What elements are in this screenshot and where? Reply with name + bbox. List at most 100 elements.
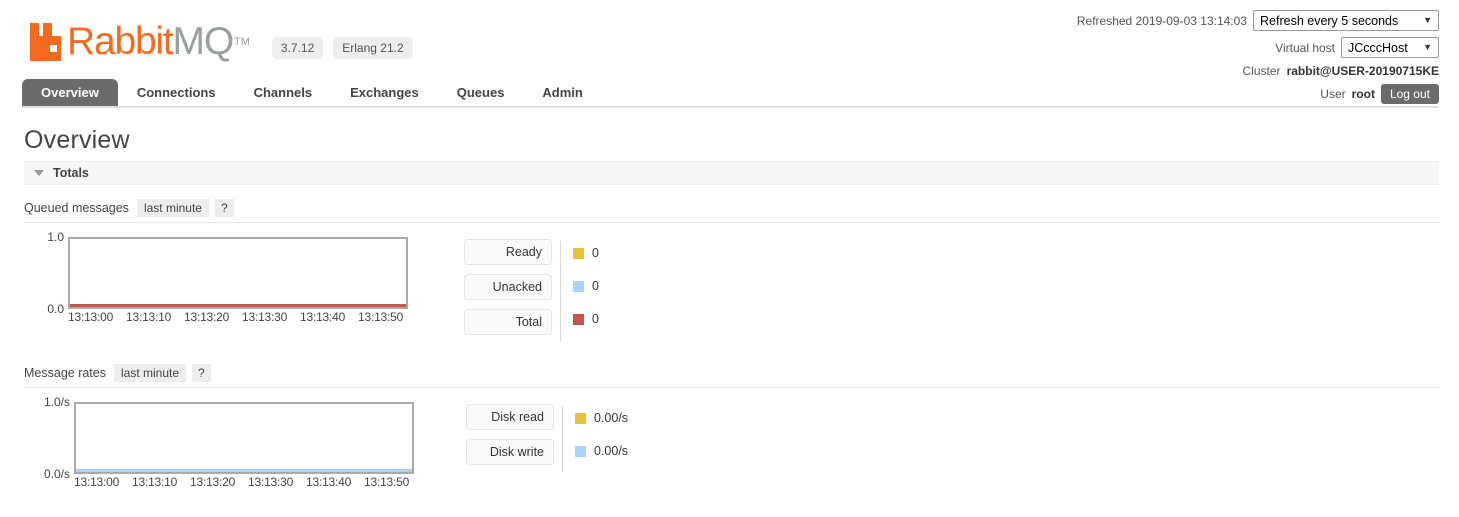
legend-divider (562, 406, 563, 472)
x-tick: 13:13:30 (248, 475, 294, 489)
cluster-label: Cluster (1242, 64, 1281, 78)
message-rates-row: 1.0/s 0.0/s 13:13:00 13:13:10 13:13:20 1… (24, 395, 1439, 489)
queued-messages-y-axis: 1.0 0.0 (24, 230, 64, 316)
legend-item-unacked[interactable]: Unacked (464, 274, 552, 300)
vhost-label: Virtual host (1275, 40, 1335, 55)
page-header: Rabbit MQ TM 3.7.12 Erlang 21.2 Refreshed … (0, 0, 1459, 104)
totals-section-header[interactable]: Totals (24, 161, 1439, 185)
x-tick: 13:13:50 (364, 475, 410, 489)
erlang-version-badge: Erlang 21.2 (333, 36, 413, 59)
tab-overview[interactable]: Overview (22, 79, 118, 106)
color-swatch-ready (573, 247, 584, 259)
y-tick-bottom: 0.0/s (43, 467, 70, 481)
y-tick-bottom: 0.0 (47, 302, 64, 316)
chevron-down-icon: ▼ (1423, 42, 1432, 52)
x-tick: 13:13:30 (242, 310, 288, 324)
legend-value-unacked: 0 (573, 272, 599, 300)
rabbitmq-logo-icon (30, 22, 64, 61)
rabbitmq-version-badge: 3.7.12 (271, 36, 324, 59)
tab-queues[interactable]: Queues (438, 79, 524, 106)
disk-write-series-line (76, 469, 412, 472)
x-tick: 13:13:00 (74, 475, 120, 489)
tab-connections[interactable]: Connections (118, 79, 235, 106)
x-tick: 13:13:40 (306, 475, 352, 489)
y-tick-top: 1.0/s (43, 395, 70, 409)
refreshed-timestamp: Refreshed 2019-09-03 13:14:03 (1076, 13, 1247, 28)
queued-messages-row: 1.0 0.0 13:13:00 13:13:10 13:13:20 13:13… (24, 230, 1439, 344)
totals-label: Totals (53, 166, 89, 180)
vhost-row: Virtual host JCcccHost ▼ (1077, 37, 1439, 58)
logo-eye (50, 44, 57, 52)
color-swatch-disk-read (575, 412, 586, 424)
message-rates-help-icon[interactable]: ? (192, 364, 211, 382)
main-navigation: Overview Connections Channels Exchanges … (22, 78, 1439, 108)
queued-messages-x-axis: 13:13:00 13:13:10 13:13:20 13:13:30 13:1… (68, 310, 416, 324)
queued-messages-header: Queued messages last minute ? (24, 199, 1439, 223)
brand-logo[interactable]: Rabbit MQ TM 3.7.12 Erlang 21.2 (30, 22, 423, 61)
value-total: 0 (592, 312, 599, 326)
version-badges: 3.7.12 Erlang 21.2 (271, 25, 423, 59)
tab-exchanges[interactable]: Exchanges (331, 79, 438, 106)
legend-value-total: 0 (573, 305, 599, 333)
refresh-interval-value: Refresh every 5 seconds (1260, 13, 1399, 28)
legend-label-list: Ready Unacked Total (464, 239, 552, 344)
legend-item-disk-write[interactable]: Disk write (466, 439, 554, 465)
color-swatch-unacked (573, 280, 584, 292)
brand-name-mq: MQ (172, 20, 235, 63)
queued-messages-plot-wrap: 1.0 0.0 13:13:00 13:13:10 13:13:20 13:13… (24, 230, 416, 324)
legend-value-disk-read: 0.00/s (575, 404, 628, 432)
message-rates-block: Message rates last minute ? 1.0/s 0.0/s … (24, 364, 1439, 489)
color-swatch-total (573, 313, 584, 325)
refresh-interval-select[interactable]: Refresh every 5 seconds ▼ (1253, 10, 1439, 31)
vhost-select[interactable]: JCcccHost ▼ (1341, 37, 1439, 58)
x-tick: 13:13:50 (358, 310, 404, 324)
x-tick: 13:13:10 (132, 475, 178, 489)
message-rates-legend: Disk read Disk write 0.00/s 0.00/s (466, 402, 628, 474)
y-tick-top: 1.0 (47, 230, 64, 244)
message-rates-plot-area: 1.0/s 0.0/s (24, 395, 422, 481)
triangle-down-icon (34, 170, 44, 176)
total-series-line (70, 304, 406, 307)
queued-messages-block: Queued messages last minute ? 1.0 0.0 13… (24, 199, 1439, 344)
page-title: Overview (24, 126, 130, 154)
legend-value-ready: 0 (573, 239, 599, 267)
value-disk-read: 0.00/s (594, 411, 629, 425)
brand-name-rabbit: Rabbit (67, 20, 174, 63)
cluster-value: rabbit@USER-20190715KE (1286, 64, 1439, 78)
legend-value-disk-write: 0.00/s (575, 437, 628, 465)
message-rates-plot[interactable] (74, 402, 414, 474)
x-tick: 13:13:10 (126, 310, 172, 324)
value-disk-write: 0.00/s (594, 444, 629, 458)
legend-value-list: 0.00/s 0.00/s (575, 404, 628, 474)
brand-trademark: TM (233, 35, 250, 48)
message-rates-title: Message rates (24, 366, 106, 380)
message-rates-plot-wrap: 1.0/s 0.0/s 13:13:00 13:13:10 13:13:20 1… (24, 395, 422, 489)
message-rates-period-chip[interactable]: last minute (113, 364, 187, 382)
queued-messages-plot[interactable] (68, 237, 408, 309)
message-rates-y-axis: 1.0/s 0.0/s (24, 395, 70, 481)
x-tick: 13:13:00 (68, 310, 114, 324)
value-ready: 0 (592, 246, 599, 260)
page-content: Overview Totals Queued messages last min… (0, 126, 1459, 489)
x-tick: 13:13:20 (190, 475, 236, 489)
x-tick: 13:13:40 (300, 310, 346, 324)
legend-item-total[interactable]: Total (464, 309, 552, 335)
refresh-row: Refreshed 2019-09-03 13:14:03 Refresh ev… (1077, 10, 1439, 31)
queued-messages-help-icon[interactable]: ? (214, 199, 234, 217)
message-rates-x-axis: 13:13:00 13:13:10 13:13:20 13:13:30 13:1… (74, 475, 422, 489)
tab-admin[interactable]: Admin (523, 79, 601, 106)
legend-label-list: Disk read Disk write (466, 404, 554, 474)
tab-channels[interactable]: Channels (235, 79, 332, 106)
vhost-value: JCcccHost (1348, 40, 1408, 55)
chevron-down-icon: ▼ (1423, 15, 1432, 25)
queued-messages-period-chip[interactable]: last minute (136, 199, 209, 217)
legend-value-list: 0 0 0 (573, 239, 599, 344)
legend-item-ready[interactable]: Ready (464, 239, 552, 265)
value-unacked: 0 (592, 279, 599, 293)
legend-divider (560, 241, 561, 342)
cluster-row: Cluster rabbit@USER-20190715KE (1077, 64, 1439, 78)
queued-messages-plot-area: 1.0 0.0 (24, 230, 416, 316)
legend-item-disk-read[interactable]: Disk read (466, 404, 554, 430)
message-rates-header: Message rates last minute ? (24, 364, 1439, 388)
color-swatch-disk-write (575, 445, 586, 457)
